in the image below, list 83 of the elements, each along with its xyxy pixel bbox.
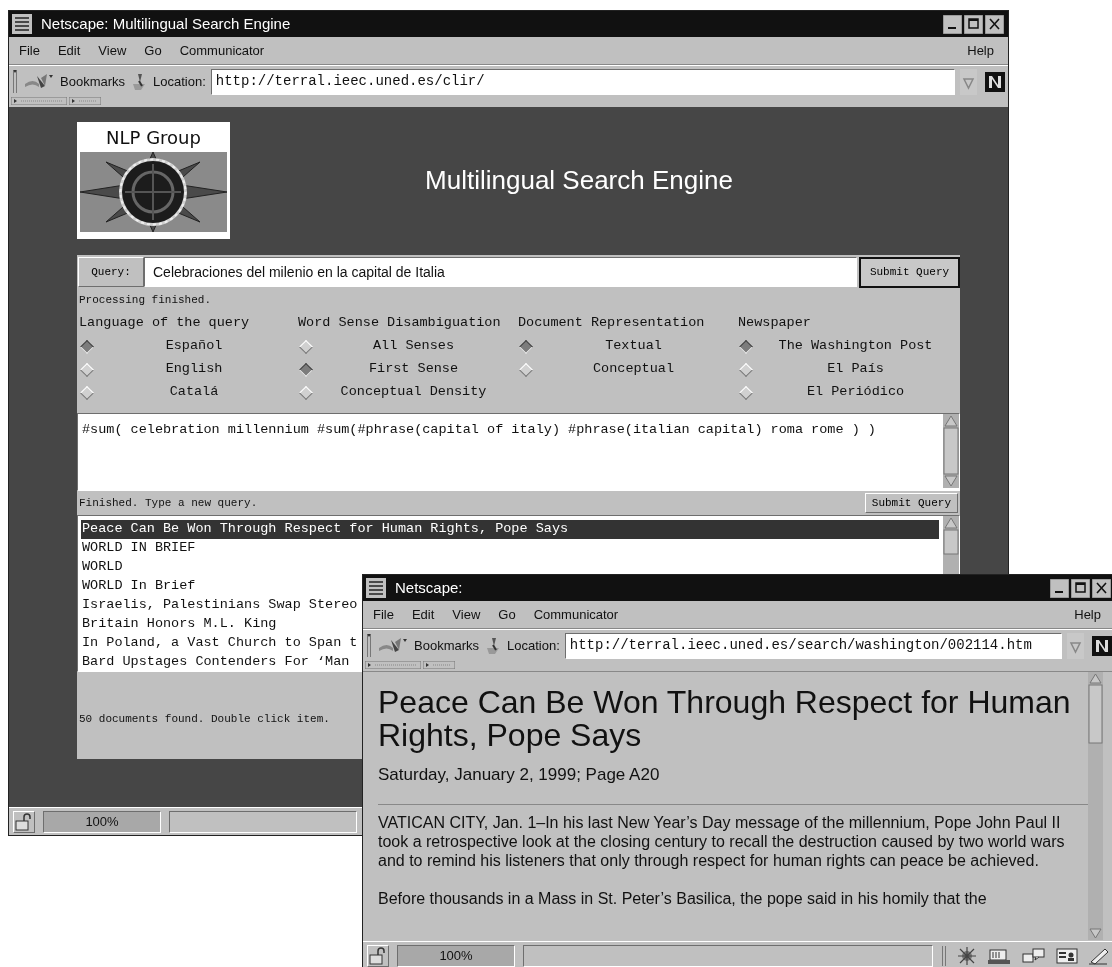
menu-item[interactable]: Go [498,604,516,625]
result-item[interactable]: Israelis, Palestinians Swap Stereo [81,596,359,615]
toolbar-tab-icon[interactable] [69,97,101,105]
vertical-scrollbar[interactable] [1088,672,1103,941]
submit-query-button[interactable]: Submit Query [864,493,958,513]
minimize-icon[interactable] [1050,578,1069,598]
maximize-icon[interactable] [1071,578,1090,598]
minimize-icon[interactable] [943,14,962,34]
vertical-scrollbar[interactable] [943,516,959,576]
maximize-icon[interactable] [964,14,983,34]
query-field[interactable]: Celebraciones del milenio en la capital de Italia [144,257,857,287]
result-item[interactable]: Britain Honors M.L. King [81,615,278,634]
menu-item[interactable]: File [373,604,394,625]
vertical-scrollbar[interactable] [943,414,959,490]
url-field[interactable]: http://terral.ieec.uned.es/clir/ [210,68,955,95]
article-paragraph: Before thousands in a Mass in St. Peter’s Basilica, the pope said in his homily that the [378,888,988,908]
progress-indicator: 100% [43,810,161,833]
window-menu-icon[interactable] [365,577,387,599]
close-icon[interactable] [1092,578,1111,598]
radio-label: All Senses [373,337,454,356]
bookmarks-button[interactable]: Bookmarks [414,635,480,656]
result-item[interactable]: WORLD In Brief [81,577,197,596]
radio-label: English [165,360,223,379]
menu-item[interactable]: Communicator [533,604,619,625]
star-emblem-icon [80,152,227,232]
query-label: Query: [78,257,144,287]
result-item[interactable]: WORLD IN BRIEF [81,539,197,558]
menu-item[interactable]: File [19,40,40,61]
location-label: Location: [507,636,560,655]
option-group-heading: Word Sense Disambiguation [298,313,501,332]
radio-label: El País [827,360,884,379]
radio-label: Textual [605,337,662,356]
menu-item[interactable]: Edit [57,40,81,61]
security-lock-icon[interactable] [13,810,35,833]
result-item[interactable]: Peace Can Be Won Through Respect for Human Rights, Pope Says [81,520,939,539]
radio-label: Conceptual [593,360,674,379]
radio-label: First Sense [368,360,459,379]
radio-label: The Washington Post [778,337,933,356]
discussion-icon[interactable] [1021,945,1047,966]
close-icon[interactable] [985,14,1004,34]
status-message: Finished. Type a new query. [79,495,258,511]
query-expansion-text: #sum( celebration millennium #sum(#phrase(capital of italy) #phrase(italian capital) roma rome ) ) [82,422,876,437]
status-message: Processing finished. [79,292,212,308]
result-item[interactable]: In Poland, a Vast Church to Span t [81,634,359,653]
submit-query-button[interactable]: Submit Query [859,256,960,288]
menu-item[interactable]: Go [144,40,162,61]
radio-label: Español [165,337,223,356]
menu-item[interactable]: Edit [411,604,435,625]
window-menu-icon[interactable] [11,13,33,35]
security-lock-icon[interactable] [367,944,389,967]
menu-item[interactable]: View [452,604,481,625]
toolbar-grip-icon[interactable] [366,632,372,659]
progress-indicator: 100% [397,944,515,967]
netscape-n-icon[interactable] [985,71,1005,92]
page-title: Multilingual Search Engine [425,164,733,197]
menu-item[interactable]: View [98,40,127,61]
menu-item[interactable]: Help [967,40,994,61]
radio-label: Catalá [169,383,219,402]
option-group-heading: Newspaper [738,313,811,332]
article-headline: Peace Can Be Won Through Respect for Human Rights, Pope Says [378,686,1072,752]
option-group-heading: Document Representation [518,313,705,332]
location-label: Location: [153,72,206,91]
radio-label: Conceptual Density [340,383,487,402]
bookmarks-button[interactable]: Bookmarks [60,71,126,92]
window-title: Netscape: Multilingual Search Engine [41,13,291,34]
logo-caption: NLP Group [106,126,201,150]
article-paragraph: VATICAN CITY, Jan. 1–In his last New Year’s Day message of the millennium, Pope John Paul II took a retrospective look at the closing century to recall the destruction caused by two world wars and to remind his listeners that only through respect for human rights can peace be achieved. [378,812,1066,870]
url-field[interactable]: http://terral.ieec.uned.es/search/washington/002114.htm [564,632,1062,659]
netscape-n-icon[interactable] [1092,635,1112,656]
result-item[interactable]: WORLD [81,558,124,577]
toolbar-grip-icon[interactable] [941,944,947,967]
radio-label: El Periódico [806,383,905,402]
menu-item[interactable]: Communicator [179,40,265,61]
menu-item[interactable]: Help [1074,604,1101,625]
window-title: Netscape: [395,577,463,598]
toolbar-tab-icon[interactable] [423,661,455,669]
option-group-heading: Language of the query [79,313,250,332]
address-book-icon[interactable] [1055,945,1079,966]
article-dateline: Saturday, January 2, 1999; Page A20 [378,764,660,786]
navigator-icon[interactable] [955,945,979,966]
status-message: 50 documents found. Double click item. [79,711,330,727]
toolbar-grip-icon[interactable] [12,68,18,95]
result-item[interactable]: Bard Upstages Contenders For ‘Man [81,653,351,672]
